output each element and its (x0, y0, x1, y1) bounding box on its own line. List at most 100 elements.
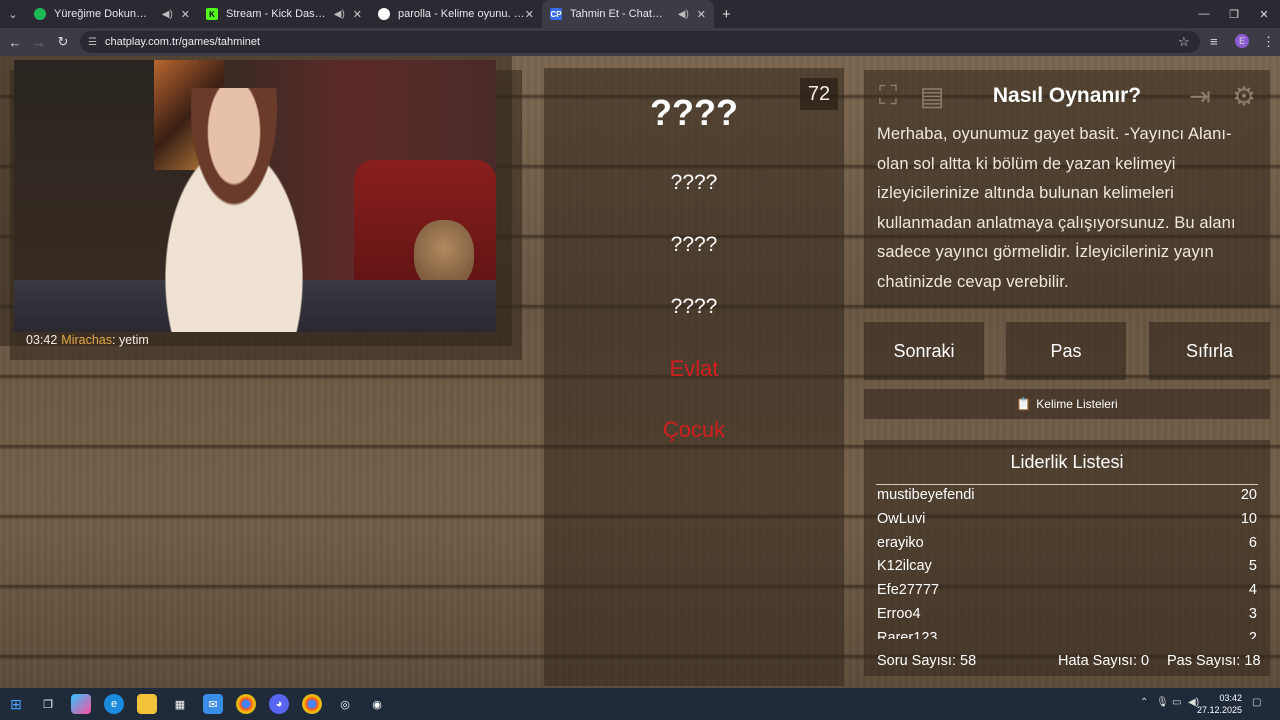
app-icon[interactable]: ◉ (367, 694, 387, 714)
browser-tab[interactable]: parolla - Kelime oyunu. Günlük ✕ (370, 0, 542, 28)
error-count-label: Hata Sayısı: (1058, 653, 1137, 669)
browser-tab-active[interactable]: CP Tahmin Et - ChatPlay ◀) ✕ (542, 0, 714, 28)
game-page: 03:42Efe27777: şaka03:42fabrielofeden: a… (0, 56, 1280, 688)
close-tab-icon[interactable]: ✕ (353, 8, 362, 21)
leaderboard-row: K12ilcay 5 (877, 558, 1257, 582)
clipboard-icon: 📋 (1016, 397, 1032, 411)
player-score: 6 (1248, 534, 1257, 551)
address-bar: ← → ↻ ☰ chatplay.com.tr/games/tahminet (0, 28, 1280, 56)
obs-icon[interactable]: ◎ (335, 694, 355, 714)
pass-count-label: Pas Sayısı: (1167, 653, 1241, 669)
hint-word: ???? (670, 233, 718, 256)
player-name: Efe27777 (877, 582, 940, 599)
leaderboard-row: Rarer123 2 (877, 630, 1257, 639)
speaker-icon[interactable]: ◀) (678, 9, 689, 20)
store-icon[interactable]: ▦ (170, 694, 190, 714)
chat-username[interactable]: Mirachas (61, 333, 112, 347)
error-count: 0 (1141, 653, 1150, 669)
player-score: 2 (1248, 629, 1257, 639)
close-window-icon[interactable]: ✕ (1248, 0, 1280, 28)
round-timer: 72 (800, 78, 838, 110)
media-control-icon[interactable]: ≡ (1210, 34, 1218, 49)
leaderboard-row: mustibeyefendi 20 (877, 487, 1257, 511)
next-button[interactable]: Sonraki (864, 322, 984, 380)
back-icon[interactable]: ← (3, 35, 27, 50)
player-name: OwLuvi (877, 510, 926, 527)
notification-icon[interactable]: ▢ (1252, 697, 1261, 708)
url-text: chatplay.com.tr/games/tahminet (104, 36, 261, 48)
player-score: 4 (1248, 582, 1257, 599)
minimize-icon[interactable]: — (1188, 0, 1220, 28)
player-score: 10 (1240, 510, 1257, 527)
chrome-icon[interactable] (236, 694, 256, 714)
windows-taskbar: ⊞ ❐ e ▦ ✉ ◕ ◎ ◉ ⌃ 🎙 ▭ ◀) 03:42 27.12.202… (0, 688, 1280, 720)
forward-icon[interactable]: → (27, 35, 51, 50)
edge-icon[interactable]: e (104, 694, 124, 714)
logout-icon[interactable]: ⇥ (1184, 80, 1216, 112)
player-score: 5 (1248, 558, 1257, 575)
task-view-icon[interactable]: ❐ (38, 694, 58, 714)
leaderboard-row: Efe27777 4 (877, 582, 1257, 606)
player-name: erayiko (877, 534, 924, 551)
player-name: Rarer123 (877, 629, 938, 639)
word-lists-button[interactable]: 📋 Kelime Listeleri (864, 389, 1270, 419)
leaderboard-row: Erroo4 3 (877, 606, 1257, 630)
close-tab-icon[interactable]: ✕ (697, 8, 706, 21)
kick-icon: K (206, 8, 218, 20)
new-tab-icon[interactable]: + (722, 6, 731, 23)
url-field[interactable]: ☰ chatplay.com.tr/games/tahminet (80, 31, 1200, 53)
reset-button[interactable]: Sıfırla (1149, 322, 1270, 380)
speaker-icon[interactable]: ◀) (162, 9, 173, 20)
main-word: ???? (650, 92, 738, 133)
player-name: mustibeyefendi (877, 487, 975, 503)
clock-time: 03:42 (1219, 693, 1242, 703)
speaker-icon[interactable]: ◀) (334, 9, 345, 20)
question-count-label: Soru Sayısı: (877, 653, 956, 669)
found-hint-word: Çocuk (662, 417, 726, 442)
tab-title: parolla - Kelime oyunu. Günlük (398, 8, 525, 20)
player-score: 20 (1240, 487, 1257, 503)
reload-icon[interactable]: ↻ (51, 34, 75, 50)
tray-chevron-icon[interactable]: ⌃ (1140, 697, 1148, 708)
chat-message: 03:42 Mirachas: yetim (26, 332, 149, 347)
start-menu-icon[interactable]: ⊞ (6, 694, 26, 714)
hint-word: ???? (670, 295, 718, 318)
close-tab-icon[interactable]: ✕ (181, 8, 190, 21)
close-tab-icon[interactable]: ✕ (525, 8, 534, 21)
found-hint-word: Evlat (669, 356, 719, 381)
tab-search-icon[interactable]: ⌄ (0, 0, 26, 28)
restore-icon[interactable]: ❐ (1218, 0, 1250, 28)
leaderboard-list[interactable]: mustibeyefendi 20 OwLuvi 10 erayiko 6 K12ilcay… (864, 487, 1270, 639)
copilot-icon[interactable] (71, 694, 91, 714)
settings-gear-icon[interactable]: ⚙ (1228, 80, 1260, 112)
word-lists-label: Kelime Listeleri (1036, 397, 1118, 411)
taskbar-clock[interactable]: 03:42 27.12.2025 (1197, 692, 1242, 716)
hint-word: ???? (670, 171, 718, 194)
chrome-active-icon[interactable] (302, 694, 322, 714)
mail-icon[interactable]: ✉ (203, 694, 223, 714)
player-name: Erroo4 (877, 606, 921, 622)
site-info-icon[interactable]: ☰ (88, 37, 97, 48)
tab-title: Stream - Kick Dashboard (226, 8, 326, 20)
file-explorer-icon[interactable] (137, 694, 157, 714)
browser-tab-bar: ⌄ Yüreğime Dokunma • Pois ◀) ✕ K Stream … (0, 0, 1280, 28)
how-to-play-panel: ⛶ ▤ Nasıl Oynanır? ⇥ ⚙ Merhaba, oyunumuz… (864, 70, 1270, 308)
spotify-icon (34, 8, 46, 20)
how-to-play-text: Merhaba, oyunumuz gayet basit. -Yayıncı … (877, 125, 1236, 291)
word-panel: ???? ???? ???? ???? Evlat Çocuk (544, 68, 844, 686)
microphone-icon[interactable]: 🎙 (1156, 697, 1169, 708)
chat-text: yetim (118, 332, 149, 347)
discord-icon[interactable]: ◕ (269, 694, 289, 714)
pass-count: 18 (1244, 653, 1261, 669)
tab-title: Yüreğime Dokunma • Pois (54, 8, 154, 20)
profile-avatar[interactable]: E (1235, 34, 1249, 48)
network-icon[interactable]: ▭ (1172, 697, 1181, 708)
player-score: 3 (1248, 606, 1257, 622)
bookmark-star-icon[interactable]: ☆ (1178, 34, 1190, 50)
browser-tab[interactable]: Yüreğime Dokunma • Pois ◀) ✕ (26, 0, 198, 28)
question-count: 58 (960, 653, 977, 669)
leaderboard-row: erayiko 6 (877, 535, 1257, 559)
pass-button[interactable]: Pas (1006, 322, 1126, 380)
browser-tab[interactable]: K Stream - Kick Dashboard ◀) ✕ (198, 0, 370, 28)
menu-kebab-icon[interactable]: ⋮ (1262, 34, 1275, 50)
